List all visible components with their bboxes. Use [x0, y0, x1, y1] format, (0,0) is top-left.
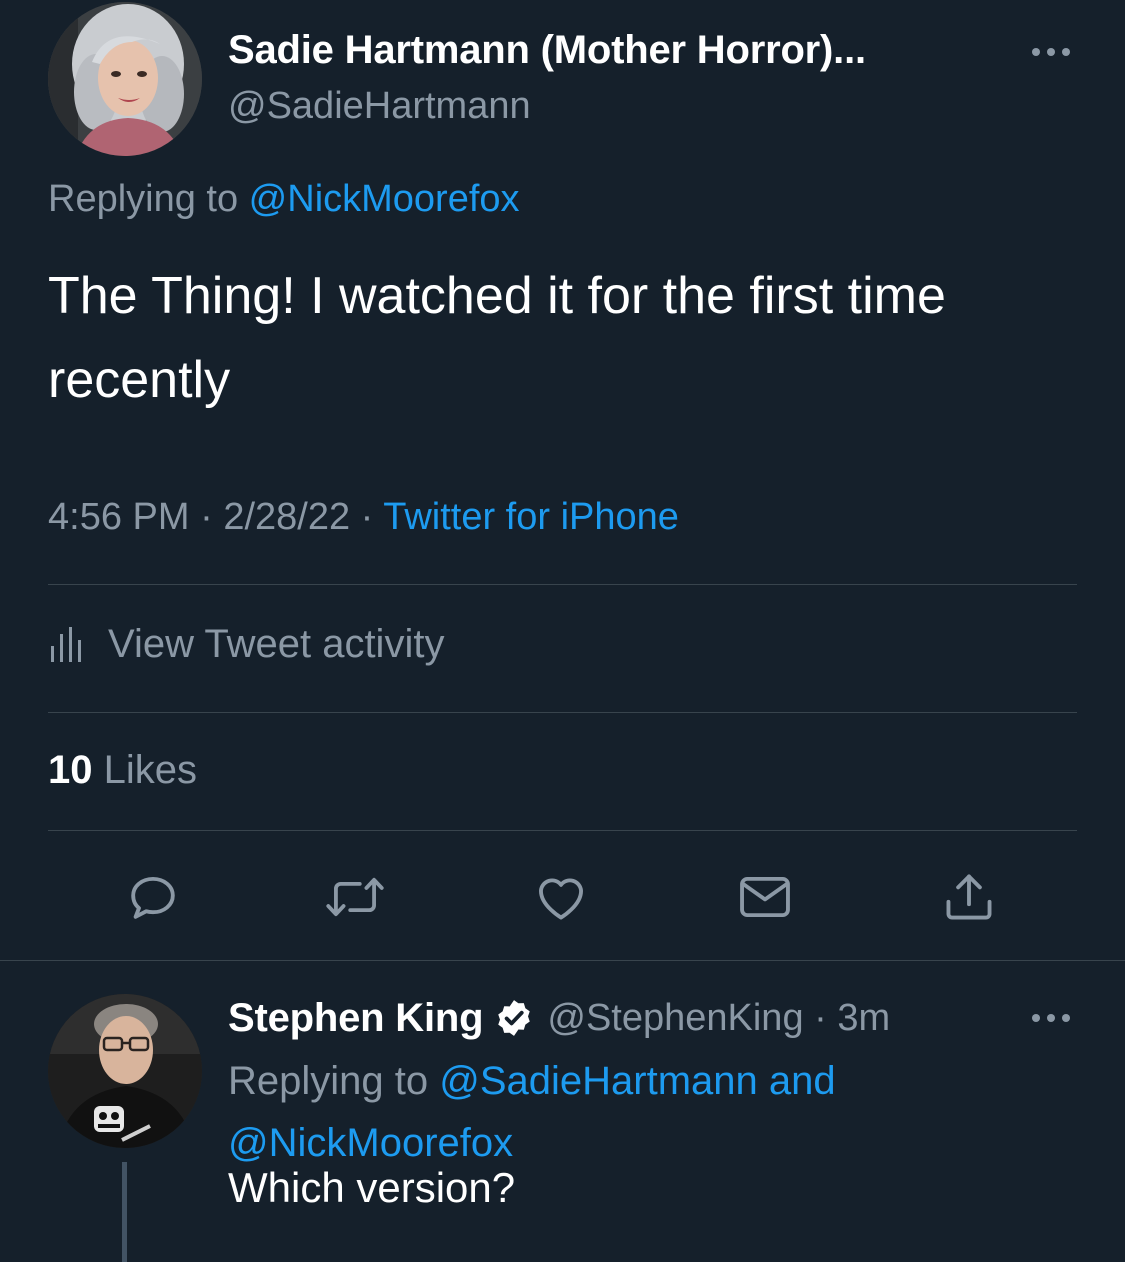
verified-badge-icon — [493, 997, 535, 1039]
reply-header: Stephen King @StephenKing · 3m — [228, 992, 890, 1044]
divider — [48, 712, 1077, 713]
more-options-icon[interactable] — [1026, 1006, 1076, 1030]
replying-to-and[interactable]: and — [758, 1059, 836, 1103]
tweet-text: Which version? — [228, 1164, 516, 1211]
display-name[interactable]: Sadie Hartmann (Mother Horror)... — [228, 28, 866, 73]
retweet-button[interactable] — [322, 864, 388, 930]
message-icon — [740, 876, 790, 918]
replying-to-handle-link[interactable]: @NickMoorefox — [249, 178, 520, 220]
meta-separator: · — [350, 496, 384, 538]
reply-button[interactable] — [120, 864, 186, 930]
replying-to-label: Replying to — [48, 178, 249, 220]
view-tweet-activity-label: View Tweet activity — [108, 621, 445, 666]
tweet-metadata: 4:56 PM · 2/28/22 · Twitter for iPhone — [48, 496, 679, 539]
direct-message-button[interactable] — [732, 864, 798, 930]
meta-separator: · — [189, 496, 224, 538]
like-button[interactable] — [528, 864, 594, 930]
divider — [0, 960, 1125, 961]
retweet-icon — [326, 877, 384, 917]
tweet-source-link[interactable]: Twitter for iPhone — [383, 496, 679, 538]
replying-to: Replying to @SadieHartmann and @NickMoore… — [228, 1050, 1008, 1174]
avatar[interactable] — [48, 994, 202, 1148]
user-handle[interactable]: @SadieHartmann — [228, 85, 531, 128]
tweet-text: The Thing! I watched it for the first ti… — [48, 267, 946, 409]
avatar[interactable] — [48, 2, 202, 156]
user-handle-and-time[interactable]: @StephenKing · 3m — [547, 997, 890, 1040]
divider — [48, 830, 1077, 831]
share-icon — [946, 874, 992, 920]
display-name[interactable]: Stephen King — [228, 996, 484, 1041]
avatar-photo-stephen — [48, 994, 202, 1148]
tweet-time: 4:56 PM — [48, 496, 190, 538]
replying-to: Replying to @NickMoorefox — [48, 178, 520, 221]
replying-to-label: Replying to — [228, 1059, 440, 1103]
reply-icon — [131, 876, 175, 919]
replying-to-handle-link[interactable]: @SadieHartmann — [439, 1059, 758, 1103]
likes-number: 10 — [48, 748, 93, 792]
divider — [48, 584, 1077, 585]
analytics-icon — [51, 627, 81, 662]
replying-to-handle-link[interactable]: @NickMoorefox — [228, 1121, 513, 1165]
likes-count[interactable]: 10 Likes — [48, 748, 197, 793]
likes-label: Likes — [92, 748, 197, 792]
view-tweet-activity-button[interactable]: View Tweet activity — [48, 618, 444, 670]
share-button[interactable] — [936, 864, 1002, 930]
tweet-date: 2/28/22 — [223, 496, 351, 538]
thread-line — [122, 1162, 127, 1262]
avatar-photo-sadie — [48, 2, 202, 156]
like-icon — [539, 878, 583, 920]
more-options-icon[interactable] — [1026, 40, 1076, 64]
